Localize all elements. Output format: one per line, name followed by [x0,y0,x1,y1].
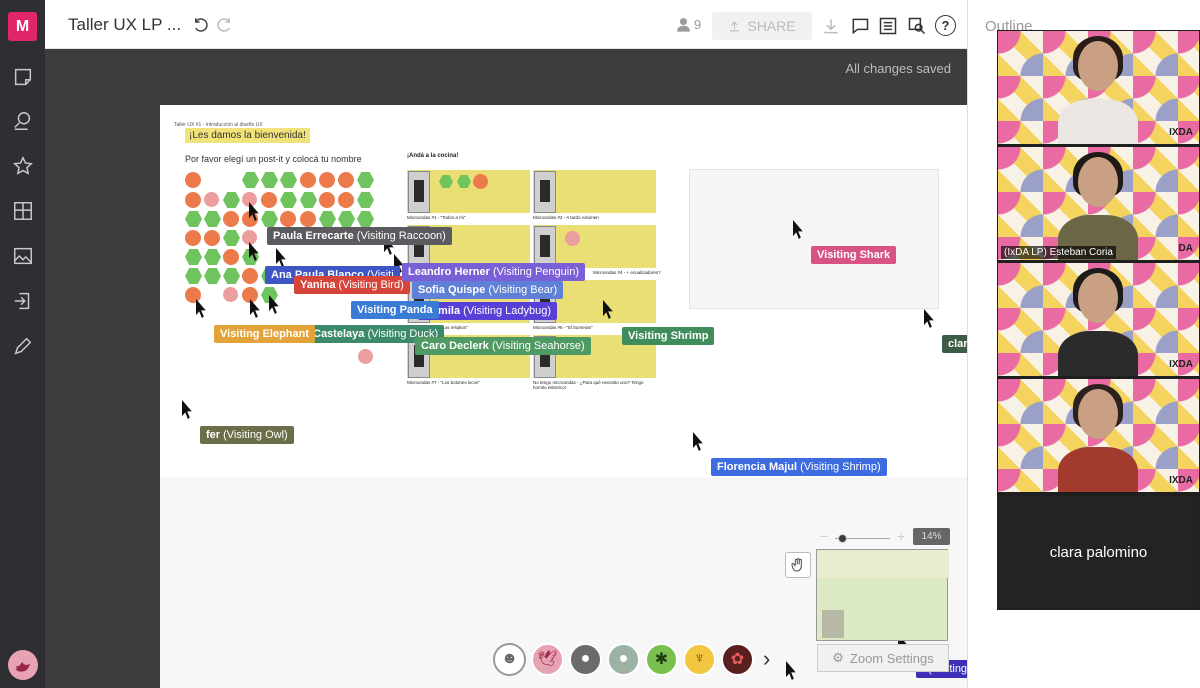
emoji-reaction-button[interactable]: ☻ [493,642,526,676]
spider-avatar-icon[interactable]: ✱ [645,642,678,676]
comments-icon[interactable] [849,15,871,37]
cell-caption: Microondas #1 - "Todos a mi" [407,215,466,220]
help-icon[interactable]: ? [935,15,956,36]
ixda-logo: IXDA [1169,127,1193,138]
microwave-cell[interactable] [533,225,656,268]
video-tile[interactable]: IXDA [998,31,1199,144]
upload-icon [730,20,740,31]
welcome-banner: ¡Les damos la bienvenida! [185,128,310,143]
audio-only-tile[interactable]: clara palomino [998,496,1199,608]
zoom-in-button[interactable]: + [897,528,905,544]
ladybug-avatar-icon[interactable]: ✿ [721,642,754,676]
ixda-logo: IXDA [1169,475,1193,486]
microwave-cell[interactable] [407,170,530,213]
cursor-label: Visiting Shrimp [622,327,715,345]
cursor-label: Camila (Visiting Ladybug) [418,302,557,320]
outline-list-icon[interactable] [877,15,899,37]
video-tile[interactable]: DA (IxDA LP) Esteban Coria [998,147,1199,260]
microwave-cell[interactable] [533,170,656,213]
cursor-label: Yanina (Visiting Bird) [294,276,410,294]
cursor-label: Leandro Herner (Visiting Penguin) [402,263,585,281]
kitchen-title: ¡Andá a la cocina! [407,153,459,159]
top-header: Taller UX LP ... 9 SHARE ? [45,0,967,49]
lobster-avatar-icon[interactable]: ♆ [683,642,716,676]
pan-hand-button[interactable] [785,552,811,578]
search-icon[interactable] [906,15,928,37]
current-user-avatar[interactable] [8,650,38,680]
ixda-logo: IXDA [1169,359,1193,370]
zoom-settings-button[interactable]: ⚙ Zoom Settings [817,644,949,672]
board-frame[interactable]: Taller UX #1 - Introducción al diseño UX… [160,105,967,477]
bird-icon [15,661,31,672]
image-icon[interactable] [10,243,35,268]
zoom-out-button[interactable]: − [820,528,828,544]
video-tile[interactable]: IXDA [998,263,1199,376]
undo-icon[interactable] [192,16,210,34]
ixda-logo: DA [1178,243,1193,254]
sticky-note-icon[interactable] [10,64,35,89]
instruction-text: Por favor elegí un post-it y colocá tu n… [185,154,362,164]
cursor-label: Sofia Quispe (Visiting Bear) [412,281,564,299]
cursor-label: clar [942,335,967,353]
collaborator-avatars: ☻ 🕊 ● ● ✱ ♆ ✿ › [493,641,770,677]
star-icon[interactable] [10,153,35,178]
layout-grid-icon[interactable] [10,198,35,223]
members-count-value: 9 [694,17,702,32]
document-title[interactable]: Taller UX LP ... [68,15,181,35]
cell-caption: Microondas #2 - A tardo volumen [533,215,599,220]
cursor-label: Paula Errecarte (Visiting Raccoon) [267,227,452,245]
cursor-label: Caro Declerk (Visiting Seahorse) [415,337,591,355]
hand-icon [791,558,802,572]
minimap[interactable] [816,549,949,641]
cell-caption: Microondas #4 - + ecualizadores? [593,270,661,275]
cursor-label: Florencia Majul (Visiting Shrimp) [711,458,887,476]
redo-icon[interactable] [215,16,233,34]
cursor-label: Visiting Shark [811,246,897,264]
share-button[interactable]: SHARE [712,12,812,40]
video-call-strip: IXDA DA (IxDA LP) Esteban Coria IXDA IXD… [997,30,1200,610]
person-icon [677,18,690,32]
left-toolbar: M [0,0,45,688]
cell-caption: No tengo microondas - ¿Para qué necesito… [533,380,644,390]
video-tile[interactable]: IXDA [998,379,1199,492]
cursor-label: Visiting Panda [351,301,439,319]
chevron-right-icon[interactable]: › [763,646,770,672]
participant-name: (IxDA LP) Esteban Coria [1001,246,1116,259]
save-status: All changes saved [845,61,951,76]
app-logo[interactable]: M [8,12,37,41]
gear-icon: ⚙ [832,650,844,665]
zoom-settings-label: Zoom Settings [849,650,934,666]
zoom-level[interactable]: 14% [913,528,950,545]
search-shape-icon[interactable] [10,108,35,133]
members-count[interactable]: 9 [675,16,701,33]
cell-caption: Microondas #7 - "Los botones locos" [407,380,480,385]
download-icon[interactable] [820,15,842,37]
cursor-label: fer (Visiting Owl) [200,426,294,444]
cell-caption: Microondas #6 - "El bumeran" [533,325,593,330]
app-root: M Taller UX LP ... 9 SHARE ? All changes… [0,0,1200,688]
photo-avatar[interactable]: ● [569,642,602,676]
canvas[interactable]: All changes saved Taller UX #1 - Introdu… [45,49,967,688]
bird-avatar-icon[interactable]: 🕊 [531,642,564,676]
empty-frame[interactable] [689,169,939,309]
zoom-thumb[interactable] [838,534,847,543]
import-icon[interactable] [10,288,35,313]
photo-avatar[interactable]: ● [607,642,640,676]
cursor-label: Visiting Elephant [214,325,316,343]
pencil-icon[interactable] [10,333,35,358]
participant-name: clara palomino [1049,543,1148,561]
share-label: SHARE [747,18,796,34]
